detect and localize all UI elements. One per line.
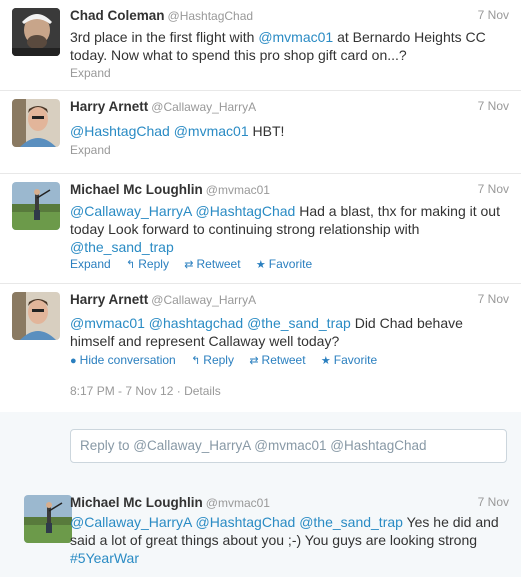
user-name[interactable]: Harry Arnett <box>70 292 148 307</box>
tweet-1[interactable]: Chad Coleman @HashtagChad 7 Nov 3rd place… <box>0 0 521 91</box>
star-icon: ★ <box>320 355 331 367</box>
tweet-text-segment: 3rd place in the first flight with <box>70 29 259 45</box>
tweet-2[interactable]: Harry Arnett @Callaway_HarryA 7 Nov @Hash… <box>0 91 521 174</box>
user-name[interactable]: Michael Mc Loughlin <box>70 182 203 197</box>
timestamp-separator: · <box>173 384 185 398</box>
tweet-actions: Expand ↰ Reply ⇄ Retweet ★ Favorite <box>70 257 324 271</box>
reply-label: Reply <box>138 257 169 271</box>
avatar[interactable] <box>12 99 60 147</box>
mention-link[interactable]: @Callaway_HarryA <box>70 203 192 219</box>
tweet-time[interactable]: 7 Nov <box>478 292 509 306</box>
mention-link[interactable]: @HashtagChad <box>195 514 295 530</box>
tweet-text: @Callaway_HarryA @HashtagChad Had a blas… <box>70 202 510 256</box>
avatar[interactable] <box>12 182 60 230</box>
user-handle[interactable]: @Callaway_HarryA <box>151 293 256 307</box>
tweet-timestamp-line: 8:17 PM - 7 Nov 12 · Details <box>70 384 221 398</box>
mention-link[interactable]: @mvmac01 <box>258 29 333 45</box>
tweet-3[interactable]: Michael Mc Loughlin @mvmac01 7 Nov @Calla… <box>0 174 521 284</box>
favorite-label: Favorite <box>333 353 378 367</box>
hide-label: Hide conversation <box>79 353 176 367</box>
user-name[interactable]: Michael Mc Loughlin <box>70 495 203 510</box>
star-icon: ★ <box>255 259 266 271</box>
user-handle[interactable]: @Callaway_HarryA <box>151 100 256 114</box>
user-handle[interactable]: @mvmac01 <box>206 496 270 510</box>
reply-button[interactable]: ↰ Reply <box>191 353 234 367</box>
tweet-5-reply[interactable]: Michael Mc Loughlin @mvmac01 7 Nov @Calla… <box>0 480 521 577</box>
reply-input[interactable]: Reply to @Callaway_HarryA @mvmac01 @Hash… <box>70 429 507 463</box>
reply-zone: Reply to @Callaway_HarryA @mvmac01 @Hash… <box>0 412 521 481</box>
tweet-actions: Expand <box>70 143 123 157</box>
tweet-actions: ● Hide conversation ↰ Reply ⇄ Retweet ★ Favo… <box>70 353 389 367</box>
mention-link[interactable]: @hashtagchad <box>149 315 243 331</box>
tweet-text: 3rd place in the first flight with @mvma… <box>70 28 510 64</box>
reply-arrow-icon: ↰ <box>126 259 136 271</box>
tweet-time[interactable]: 7 Nov <box>478 182 509 196</box>
retweet-button[interactable]: ⇄ Retweet <box>184 257 240 271</box>
mention-link[interactable]: @the_sand_trap <box>247 315 351 331</box>
hide-conversation-link[interactable]: ● Hide conversation <box>70 353 176 367</box>
tweet-actions: Expand <box>70 66 123 80</box>
expand-link[interactable]: Expand <box>70 257 111 271</box>
avatar[interactable] <box>12 8 60 56</box>
tweet-4-expanded[interactable]: Harry Arnett @Callaway_HarryA 7 Nov @mvma… <box>0 284 521 412</box>
tweet-header: Michael Mc Loughlin @mvmac01 <box>70 182 270 197</box>
retweet-label: Retweet <box>196 257 241 271</box>
mention-link[interactable]: @Callaway_HarryA <box>70 514 192 530</box>
avatar[interactable] <box>12 292 60 340</box>
tweet-header: Michael Mc Loughlin @mvmac01 <box>70 495 270 510</box>
reply-arrow-icon: ↰ <box>191 355 201 367</box>
retweet-label: Retweet <box>261 353 306 367</box>
tweet-header: Harry Arnett @Callaway_HarryA <box>70 99 256 114</box>
tweet-timestamp[interactable]: 8:17 PM - 7 Nov 12 <box>70 384 173 398</box>
mention-link[interactable]: @HashtagChad <box>195 203 295 219</box>
avatar[interactable] <box>24 495 72 543</box>
reply-label: Reply <box>203 353 234 367</box>
hide-icon: ● <box>70 355 77 367</box>
favorite-button[interactable]: ★ Favorite <box>321 353 377 367</box>
favorite-button[interactable]: ★ Favorite <box>256 257 312 271</box>
user-name[interactable]: Chad Coleman <box>70 8 165 23</box>
tweet-text-segment: HBT! <box>248 123 285 139</box>
user-name[interactable]: Harry Arnett <box>70 99 148 114</box>
expand-link[interactable]: Expand <box>70 66 111 80</box>
user-handle[interactable]: @mvmac01 <box>206 183 270 197</box>
hashtag-link[interactable]: #5YearWar <box>70 550 139 566</box>
tweet-text: @HashtagChad @mvmac01 HBT! <box>70 122 510 140</box>
mention-link[interactable]: @mvmac01 <box>70 315 145 331</box>
tweet-header: Chad Coleman @HashtagChad <box>70 8 253 23</box>
reply-button[interactable]: ↰ Reply <box>126 257 169 271</box>
retweet-icon: ⇄ <box>249 355 259 367</box>
mention-link[interactable]: @the_sand_trap <box>70 239 174 255</box>
tweet-text: @Callaway_HarryA @HashtagChad @the_sand_… <box>70 513 510 567</box>
favorite-label: Favorite <box>268 257 313 271</box>
mention-link[interactable]: @the_sand_trap <box>299 514 403 530</box>
user-handle[interactable]: @HashtagChad <box>168 9 254 23</box>
retweet-icon: ⇄ <box>184 259 194 271</box>
retweet-button[interactable]: ⇄ Retweet <box>249 353 305 367</box>
tweet-text: @mvmac01 @hashtagchad @the_sand_trap Did… <box>70 314 510 350</box>
tweet-time[interactable]: 7 Nov <box>478 495 509 509</box>
mention-link[interactable]: @HashtagChad <box>70 123 170 139</box>
tweet-header: Harry Arnett @Callaway_HarryA <box>70 292 256 307</box>
tweet-time[interactable]: 7 Nov <box>478 8 509 22</box>
details-link[interactable]: Details <box>184 384 221 398</box>
mention-link[interactable]: @mvmac01 <box>174 123 249 139</box>
tweet-time[interactable]: 7 Nov <box>478 99 509 113</box>
expand-link[interactable]: Expand <box>70 143 111 157</box>
